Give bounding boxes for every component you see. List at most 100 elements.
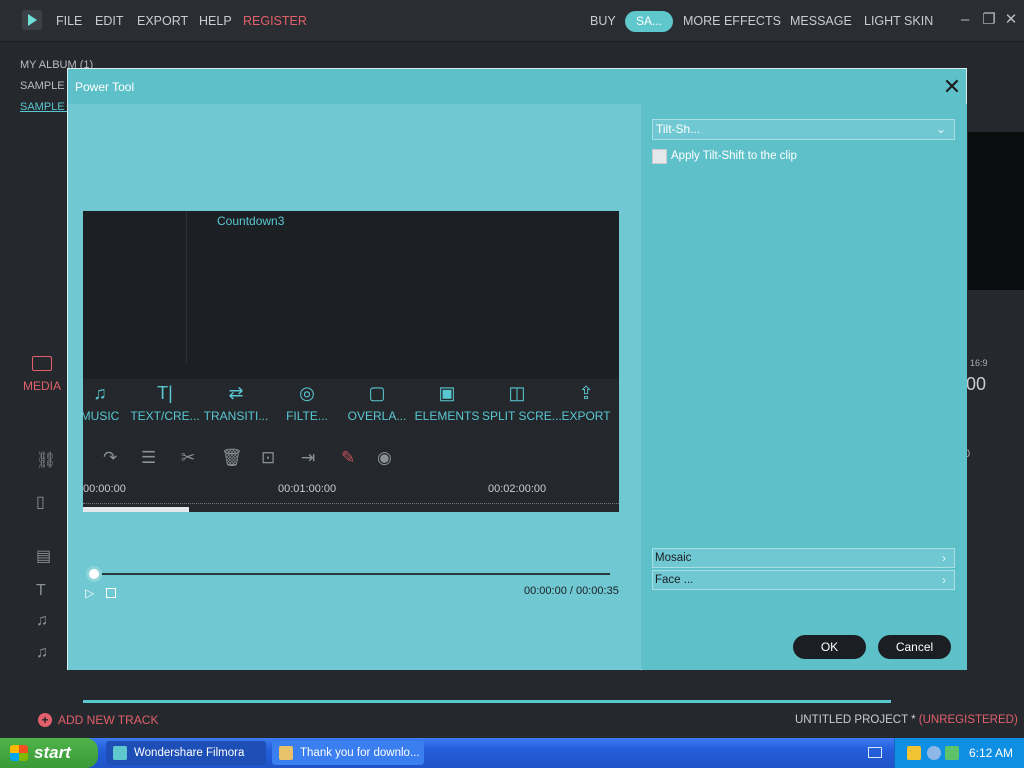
ruler-label: 00:02:00:00: [488, 483, 547, 495]
crop-icon: ⊡: [261, 448, 276, 467]
mosaic-row[interactable]: Mosaic ›: [652, 548, 955, 568]
clip-tab-elements: ▣ ELEMENTS: [412, 383, 482, 423]
effect-dropdown-value: Tilt-Sh...: [656, 122, 701, 136]
chevron-right-icon: ›: [942, 573, 946, 587]
clip-toolbar: ↷ ☰ ✂ 🗑 ⊡ ⇥ ✎ ◉: [83, 439, 619, 479]
clip-preview: Countdown3 ♫ MUSIC T| TEXT/CRE... ⇄ TRANSIT…: [83, 211, 619, 512]
text-track-icon: T: [36, 582, 46, 599]
freeze-icon: ⇥: [301, 448, 316, 467]
music-track-icon: ♫: [36, 612, 48, 629]
update-icon[interactable]: [945, 746, 959, 760]
video-track-icon: ▯: [36, 494, 45, 511]
scrubber-handle[interactable]: [86, 566, 102, 582]
preview-time: 00: [966, 374, 987, 394]
menu-register[interactable]: REGISTER: [243, 14, 307, 28]
face-off-row[interactable]: Face ... ›: [652, 570, 955, 590]
ruler-label: 00:01:00:00: [278, 483, 337, 495]
menu-file[interactable]: FILE: [56, 14, 82, 28]
music-icon: ♫: [93, 383, 107, 403]
effect-dropdown[interactable]: Tilt-Sh... ⌄: [652, 119, 955, 140]
redo-icon: ↷: [103, 448, 118, 467]
overlay-icon: ▢: [368, 383, 386, 403]
clip-tab-label: OVERLA...: [347, 409, 407, 423]
clip-tab-label: FILTE...: [286, 409, 328, 423]
apply-tilt-shift-checkbox[interactable]: [652, 149, 667, 164]
menu-export[interactable]: EXPORT: [137, 14, 188, 28]
adjust-icon: ☰: [141, 448, 157, 467]
clip-tab-text: T| TEXT/CRE...: [130, 383, 200, 423]
clip-tab-label: TEXT/CRE...: [130, 409, 200, 423]
light-skin-link[interactable]: LIGHT SKIN: [864, 14, 933, 28]
stop-icon[interactable]: [106, 588, 116, 598]
system-tray: 6:12 AM: [894, 738, 1024, 768]
clock: 6:12 AM: [969, 746, 1014, 760]
color-icon: ◉: [377, 448, 392, 467]
plus-icon: +: [38, 713, 52, 727]
clip-frame: [83, 211, 619, 379]
clip-tab-filter: ◎ FILTE...: [272, 383, 342, 423]
filter-icon: ◎: [299, 383, 315, 403]
delete-icon: 🗑: [221, 448, 243, 467]
close-icon[interactable]: ✕: [942, 76, 962, 98]
message-link[interactable]: MESSAGE: [790, 14, 852, 28]
more-effects-link[interactable]: MORE EFFECTS: [683, 14, 781, 28]
security-shield-icon[interactable]: [907, 746, 921, 760]
filmora-logo-icon: [22, 10, 42, 30]
maximize-icon[interactable]: ❐: [981, 12, 997, 28]
start-label: start: [34, 743, 71, 762]
export-icon: ⇪: [578, 383, 594, 403]
effect-settings-pane: Tilt-Sh... ⌄ Apply Tilt-Shift to the cli…: [642, 104, 967, 670]
clip-tab-transition: ⇄ TRANSITI...: [201, 383, 271, 423]
windows-flag-icon: [10, 745, 28, 761]
add-track-label: ADD NEW TRACK: [58, 713, 159, 727]
ruler-label: 00:00:00: [83, 483, 126, 495]
clip-tab-label: MUSIC: [83, 409, 120, 423]
mosaic-label: Mosaic: [655, 552, 692, 564]
menu-help[interactable]: HELP: [199, 14, 232, 28]
transition-icon: ⇄: [228, 383, 244, 403]
task-thank-you[interactable]: Thank you for downlo...: [272, 741, 424, 765]
taskbar: start Wondershare Filmora Thank you for …: [0, 738, 1024, 768]
clip-title: Countdown3: [217, 214, 285, 228]
apply-tilt-shift-label: Apply Tilt-Shift to the clip: [671, 150, 797, 162]
time-readout: 00:00:00 / 00:00:35: [524, 585, 619, 597]
clip-tab-label: SPLIT SCRE...: [482, 409, 562, 423]
tab-media-label: MEDIA: [22, 379, 61, 393]
split-screen-icon: ◫: [508, 383, 526, 403]
cancel-button[interactable]: Cancel: [878, 635, 951, 659]
add-new-track-button[interactable]: + ADD NEW TRACK: [38, 713, 158, 727]
clip-tab-overlay: ▢ OVERLA...: [342, 383, 412, 423]
ok-button[interactable]: OK: [793, 635, 866, 659]
close-app-icon[interactable]: ✕: [1003, 12, 1019, 28]
sale-button[interactable]: SA...: [625, 11, 673, 32]
buy-link[interactable]: BUY: [590, 14, 616, 28]
task-filmora[interactable]: Wondershare Filmora: [106, 741, 266, 765]
minimize-icon[interactable]: –: [957, 12, 973, 28]
folder-icon: [32, 356, 52, 371]
face-off-label: Face ...: [655, 574, 694, 586]
clip-tab-label: TRANSITI...: [203, 409, 269, 423]
film-track-icon: ▤: [36, 548, 52, 565]
cut-icon: ✂: [181, 448, 196, 467]
start-button[interactable]: start: [0, 738, 98, 768]
task-label: Thank you for downlo...: [300, 747, 420, 759]
elements-icon: ▣: [438, 383, 456, 403]
clip-tab-label: ELEMENTS: [414, 409, 480, 423]
network-icon[interactable]: [927, 746, 941, 760]
dialog-title: Power Tool: [75, 80, 135, 94]
keyboard-icon[interactable]: [868, 747, 882, 758]
menu-bar: FILE EDIT EXPORT HELP REGISTER BUY SA...…: [0, 0, 1024, 42]
link-icon[interactable]: ⛓: [36, 450, 56, 470]
filmora-task-icon: [113, 746, 127, 760]
play-icon[interactable]: ▷: [85, 586, 99, 600]
clip-tab-split-screen: ◫ SPLIT SCRE...: [482, 383, 562, 423]
menu-edit[interactable]: EDIT: [95, 14, 123, 28]
project-title: UNTITLED PROJECT * (UNREGISTERED): [795, 714, 1018, 726]
playback-scrubber[interactable]: [93, 573, 610, 575]
browser-task-icon: [279, 746, 293, 760]
preview-pane: Countdown3 ♫ MUSIC T| TEXT/CRE... ⇄ TRANSIT…: [68, 104, 641, 670]
text-icon: T|: [157, 383, 173, 403]
tab-media[interactable]: MEDIA: [20, 356, 64, 393]
clip-tab-label: EXPORT: [561, 409, 611, 423]
chevron-right-icon: ›: [942, 551, 946, 565]
